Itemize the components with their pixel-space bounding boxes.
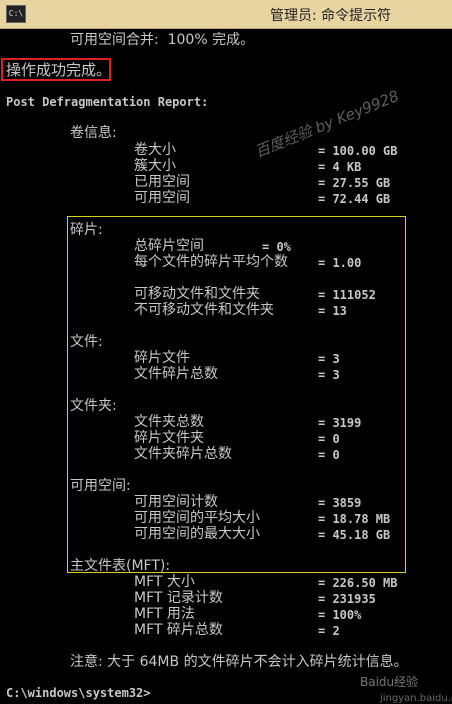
frag-header: 碎片: [70, 222, 103, 238]
total-file-frags-value: = 3 [318, 368, 340, 382]
free-max-label: 可用空间的最大大小 [134, 526, 260, 542]
mft-records-label: MFT 记录计数 [134, 590, 223, 606]
unmovable-label: 不可移动文件和文件夹 [134, 302, 274, 318]
mft-frags-value: = 2 [318, 624, 340, 638]
volume-header: 卷信息: [70, 125, 117, 141]
report-heading: Post Defragmentation Report: [6, 95, 209, 109]
free-avg-label: 可用空间的平均大小 [134, 510, 260, 526]
mft-records-value: = 231935 [318, 592, 376, 606]
files-header: 文件: [70, 334, 103, 350]
used-space-label: 已用空间 [134, 174, 190, 190]
free-max-value: = 45.18 GB [318, 528, 391, 542]
movable-label: 可移动文件和文件夹 [134, 286, 260, 302]
avg-frag-label: 每个文件的碎片平均个数 [134, 254, 288, 270]
mft-usage-label: MFT 用法 [134, 606, 195, 622]
watermark-site: jingyan.baidu.com [380, 693, 452, 704]
total-frag-value: = 0% [262, 240, 291, 254]
note-line: 注意: 大于 64MB 的文件碎片不会计入碎片统计信息。 [70, 654, 408, 670]
console-output[interactable]: 可用空间合并: 100% 完成。 操作成功完成。 Post Defragment… [0, 28, 452, 704]
total-file-frags-label: 文件碎片总数 [134, 366, 218, 382]
folder-frag-total-label: 文件夹碎片总数 [134, 446, 232, 462]
movable-value: = 111052 [318, 288, 376, 302]
mft-header: 主文件表(MFT): [70, 558, 171, 574]
command-prompt[interactable]: C:\windows\system32> [6, 685, 151, 701]
success-message: 操作成功完成。 [6, 61, 112, 79]
total-frag-label: 总碎片空间 [134, 238, 204, 254]
free-count-value: = 3859 [318, 496, 362, 510]
mft-frags-label: MFT 碎片总数 [134, 622, 223, 638]
frag-folders-value: = 0 [318, 432, 340, 446]
cluster-size-label: 簇大小 [134, 158, 176, 174]
frag-files-value: = 3 [318, 352, 340, 366]
cluster-size-value: = 4 KB [318, 160, 362, 174]
free-space-label: 可用空间 [134, 190, 190, 206]
folders-header: 文件夹: [70, 398, 117, 414]
avg-frag-value: = 1.00 [318, 256, 362, 270]
frag-folders-label: 碎片文件夹 [134, 430, 204, 446]
volume-size-label: 卷大小 [134, 142, 176, 158]
mft-size-value: = 226.50 MB [318, 576, 398, 590]
folder-total-label: 文件夹总数 [134, 414, 204, 430]
console-app-icon[interactable]: C:\ [6, 5, 26, 23]
free-count-label: 可用空间计数 [134, 494, 218, 510]
free-avg-value: = 18.78 MB [318, 512, 391, 526]
title-bar: C:\ 管理员: 命令提示符 [0, 0, 452, 29]
free-space-value: = 72.44 GB [318, 192, 391, 206]
mft-size-label: MFT 大小 [134, 574, 195, 590]
used-space-value: = 27.55 GB [318, 176, 391, 190]
mft-usage-value: = 100% [318, 608, 362, 622]
merge-complete-line: 可用空间合并: 100% 完成。 [70, 32, 255, 48]
watermark-logo: Baidu经验 [360, 675, 419, 689]
volume-size-value: = 100.00 GB [318, 144, 398, 158]
window-title: 管理员: 命令提示符 [270, 8, 392, 24]
free-space-header: 可用空间: [70, 478, 131, 494]
frag-files-label: 碎片文件 [134, 350, 190, 366]
unmovable-value: = 13 [318, 304, 347, 318]
folder-total-value: = 3199 [318, 416, 362, 430]
folder-frag-total-value: = 0 [318, 448, 340, 462]
